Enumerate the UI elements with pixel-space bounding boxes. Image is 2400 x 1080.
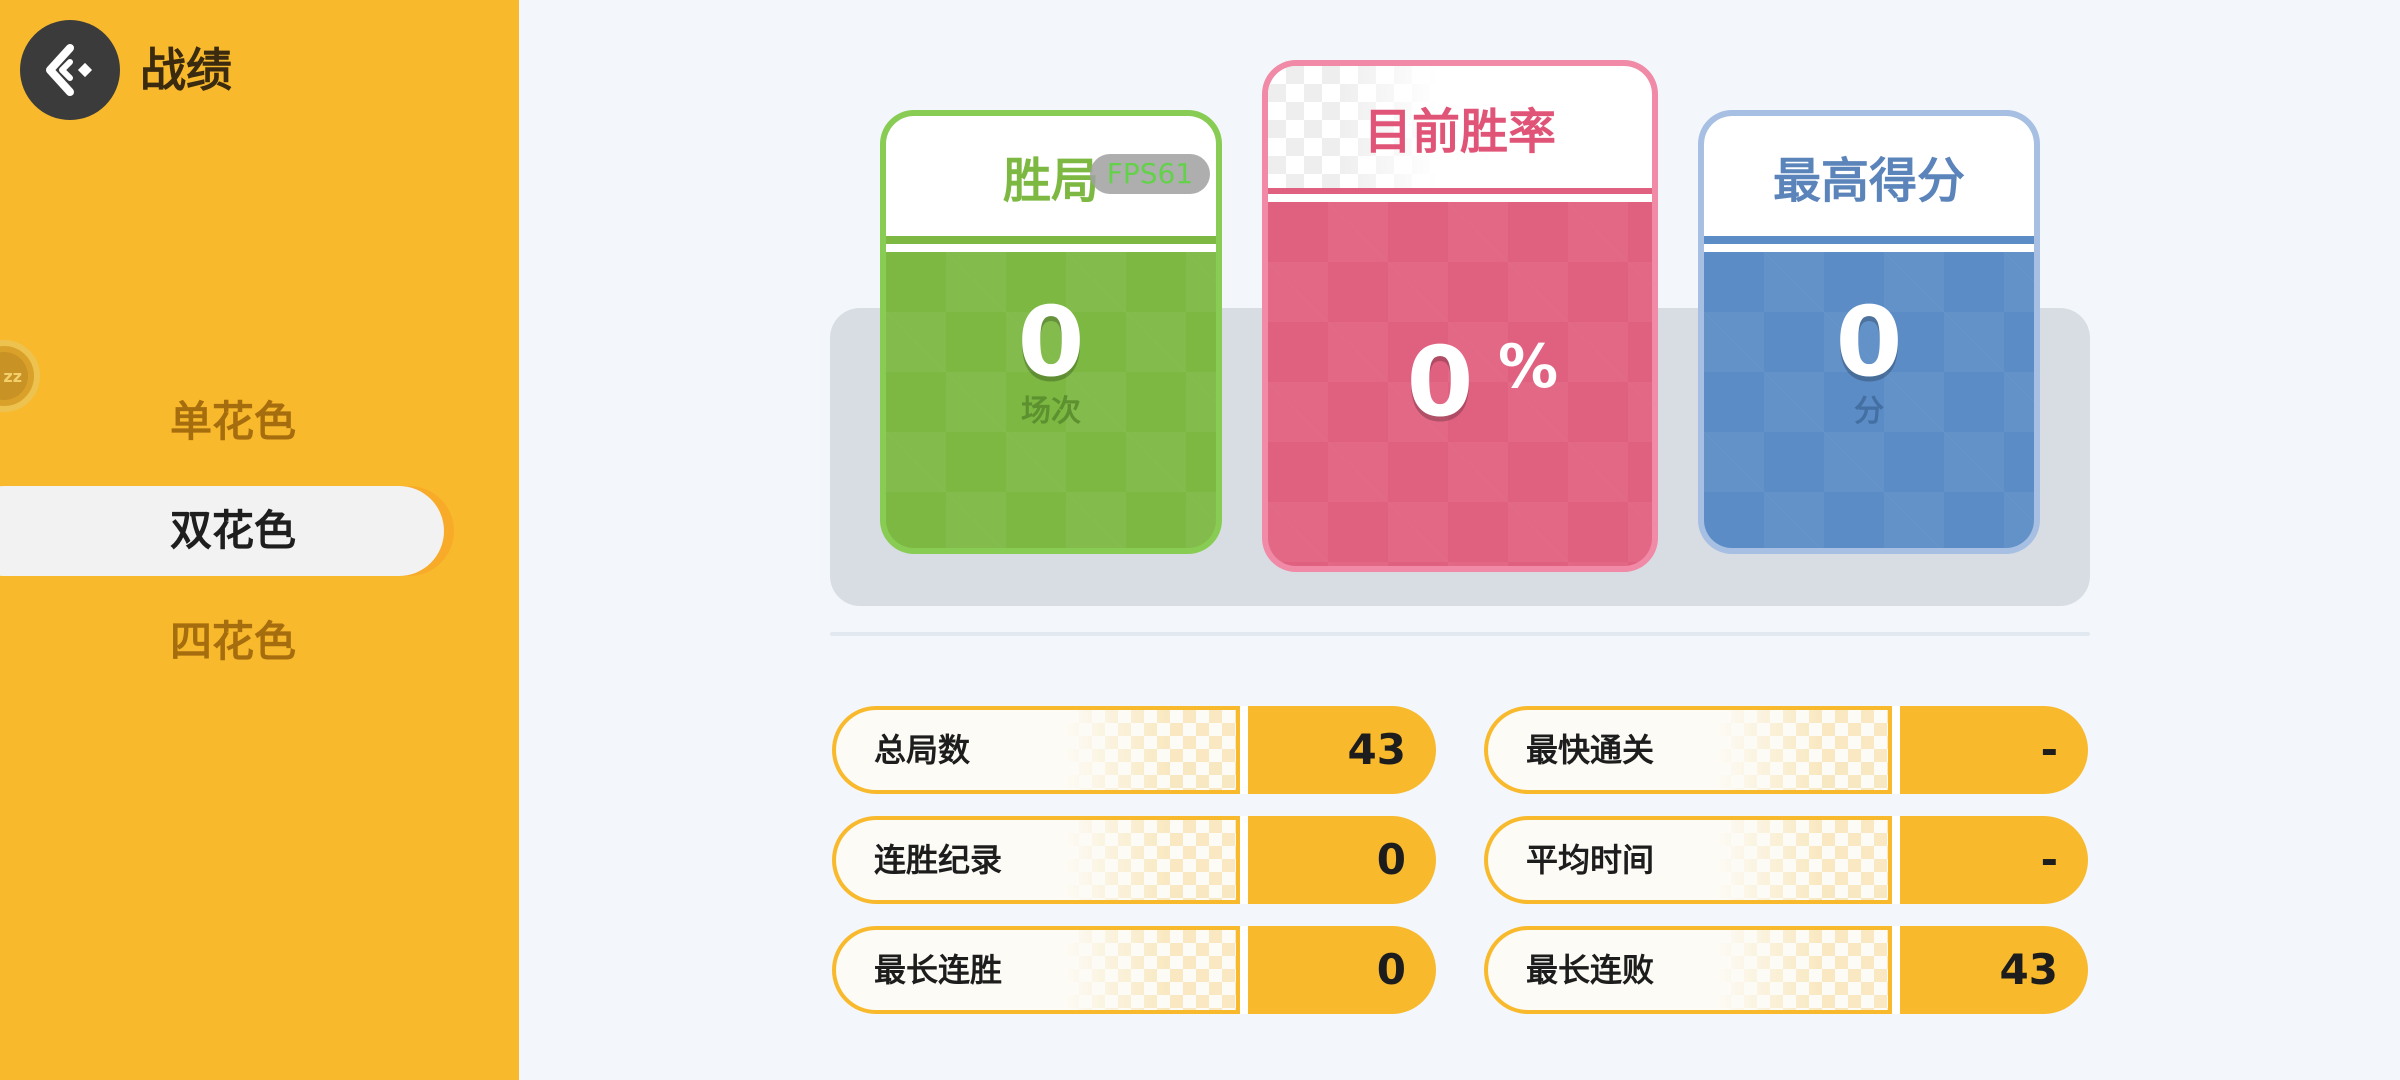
high-score-card-stripe [1704, 244, 2034, 252]
section-divider [830, 632, 2090, 636]
win-rate-card-stripe [1268, 194, 1652, 202]
stat-label: 平均时间 [1526, 841, 1655, 879]
sidebar: 战绩 zz 单花色 双花色 四花色 [0, 0, 519, 1080]
stat-separator [1892, 816, 1900, 904]
sidebar-item-single-suit[interactable]: 单花色 [170, 394, 296, 450]
stat-win-streak-record: 连胜纪录 0 [832, 816, 1436, 904]
stat-fastest-clear: 最快通关 - [1484, 706, 2088, 794]
diamond-pattern [1718, 820, 1888, 900]
stat-longest-win-streak: 最长连胜 0 [832, 926, 1436, 1014]
diamond-pattern [1066, 930, 1236, 1010]
stat-value: 43 [1999, 945, 2058, 994]
high-score-card-title: 最高得分 [1704, 116, 2034, 236]
avatar[interactable]: zz [0, 340, 40, 412]
back-button[interactable] [20, 20, 120, 120]
high-score-card: 最高得分 0 分 [1698, 110, 2040, 554]
stat-separator [1240, 926, 1248, 1014]
stat-separator [1240, 816, 1248, 904]
wins-card-body: 0 场次 [886, 252, 1216, 548]
stat-value: 0 [1376, 835, 1406, 884]
sidebar-item-label: 双花色 [170, 506, 297, 555]
diamond-pattern [1718, 710, 1888, 790]
sidebar-item-four-suit[interactable]: 四花色 [170, 614, 296, 670]
stat-separator [1240, 706, 1248, 794]
stat-value: 0 [1376, 945, 1406, 994]
diamond-pattern [1066, 820, 1236, 900]
win-rate-title-overlay: 目前胜率 [1363, 104, 1556, 160]
win-rate-card-body: 0 % [1268, 202, 1652, 566]
wins-unit: 场次 [1021, 394, 1081, 429]
avatar-text: zz [0, 352, 28, 400]
high-score-unit: 分 [1854, 394, 1884, 429]
stat-separator [1892, 926, 1900, 1014]
page-title: 战绩 [140, 43, 232, 97]
stat-separator [1892, 706, 1900, 794]
stat-value: - [2040, 835, 2058, 884]
stat-average-time: 平均时间 - [1484, 816, 2088, 904]
stat-longest-loss-streak: 最长连败 43 [1484, 926, 2088, 1014]
stat-value: - [2040, 725, 2058, 774]
sidebar-item-double-suit[interactable]: 双花色 [0, 486, 444, 576]
win-rate-percent: % [1498, 332, 1559, 402]
wins-card-stripe [886, 244, 1216, 252]
stat-total-games: 总局数 43 [832, 706, 1436, 794]
high-score-card-body: 0 分 [1704, 252, 2034, 548]
win-rate-card: 目前胜率 目前胜率 0 % [1262, 60, 1658, 572]
diamond-pattern [1066, 710, 1236, 790]
stat-label: 最快通关 [1526, 731, 1655, 769]
stat-label: 连胜纪录 [874, 841, 1003, 879]
stat-label: 最长连败 [1526, 951, 1655, 989]
wins-value: 0 [1017, 286, 1085, 398]
high-score-value: 0 [1835, 286, 1903, 398]
diamond-pattern [1718, 930, 1888, 1010]
stat-value: 43 [1347, 725, 1406, 774]
win-rate-value: 0 [1406, 326, 1474, 438]
back-arrow-icon [46, 44, 93, 96]
fps-overlay: FPS61 [1090, 154, 1210, 194]
stat-label: 最长连胜 [874, 951, 1003, 989]
stat-label: 总局数 [874, 731, 971, 769]
